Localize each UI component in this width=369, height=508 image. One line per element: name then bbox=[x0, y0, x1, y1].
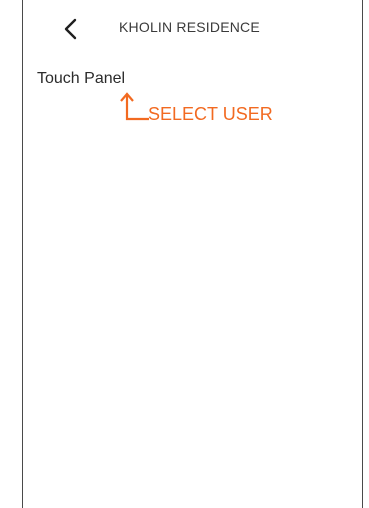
up-arrow-icon bbox=[120, 92, 149, 121]
list-item-touch-panel[interactable]: Touch Panel bbox=[37, 70, 125, 88]
screen-border-left bbox=[22, 0, 23, 508]
back-button[interactable] bbox=[58, 15, 82, 43]
screen-border-right bbox=[362, 0, 363, 508]
page-title: KHOLIN RESIDENCE bbox=[119, 19, 260, 35]
app-screen: KHOLIN RESIDENCE Touch Panel SELECT USER bbox=[0, 0, 369, 508]
select-user-annotation: SELECT USER bbox=[148, 104, 273, 124]
chevron-left-icon bbox=[64, 18, 77, 40]
